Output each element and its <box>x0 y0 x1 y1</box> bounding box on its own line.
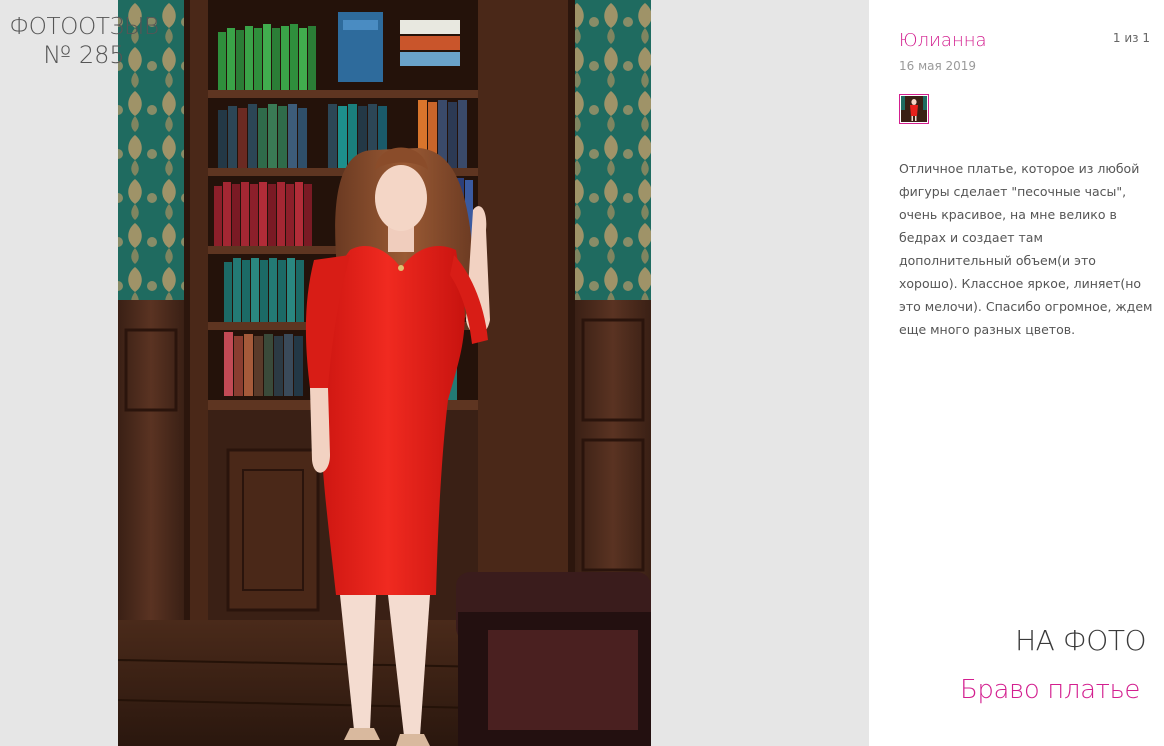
review-author: Юлианна <box>899 30 987 51</box>
gallery-area: ФОТООТЗЫВ № 285 <box>0 0 869 746</box>
product-link[interactable]: Браво платье <box>960 675 1140 705</box>
review-label: ФОТООТЗЫВ <box>9 14 159 40</box>
photo-counter: 1 из 1 <box>1112 31 1150 45</box>
review-date: 16 мая 2019 <box>899 59 977 73</box>
review-number: № 285 <box>43 41 125 70</box>
photo-thumbnail[interactable] <box>899 94 929 124</box>
thumbnail-image-icon <box>901 96 927 122</box>
review-photo[interactable] <box>118 0 651 746</box>
review-number-block: ФОТООТЗЫВ № 285 <box>0 14 168 69</box>
on-photo-label: НА ФОТО <box>1015 624 1146 657</box>
photo-review-viewer: ФОТООТЗЫВ № 285 Юлианна 1 из 1 16 мая 20… <box>0 0 1164 746</box>
review-text: Отличное платье, которое из любой фигуры… <box>899 161 1153 337</box>
review-info-panel: Юлианна 1 из 1 16 мая 2019 Отличное плат… <box>869 0 1164 746</box>
